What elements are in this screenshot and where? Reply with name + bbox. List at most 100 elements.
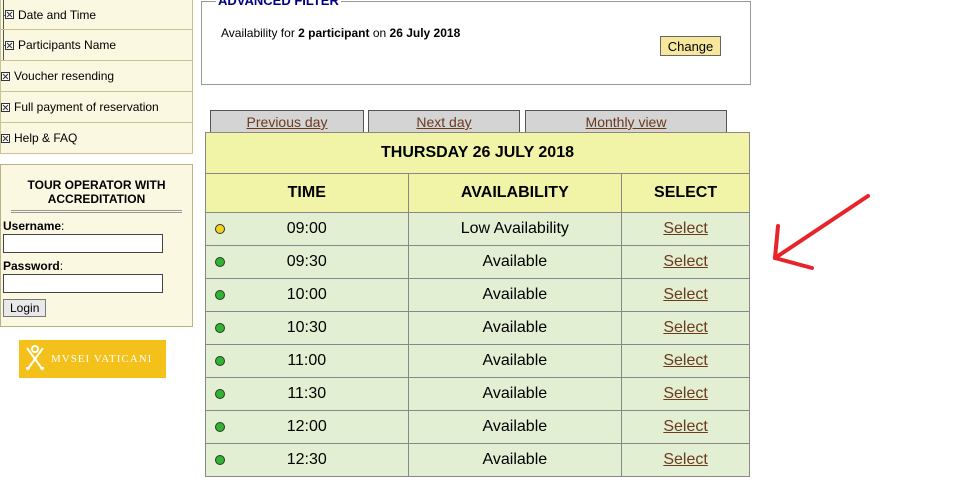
participant-count: 2 participant bbox=[298, 26, 370, 40]
next-day-link[interactable]: Next day bbox=[368, 110, 520, 132]
sidebar-item-participants-name[interactable]: Participants Name bbox=[0, 30, 193, 61]
availability-cell: Available bbox=[407, 443, 623, 477]
timeslot-table: THURSDAY 26 JULY 2018 TIME AVAILABILITY … bbox=[205, 132, 750, 477]
availability-cell: Available bbox=[407, 311, 623, 345]
status-dot-icon bbox=[215, 422, 225, 432]
select-cell: Select bbox=[621, 245, 750, 279]
username-colon: : bbox=[61, 219, 65, 233]
select-link[interactable]: Select bbox=[663, 253, 707, 270]
select-link[interactable]: Select bbox=[663, 418, 707, 435]
tour-operator-login-box: TOUR OPERATOR WITH ACCREDITATION Usernam… bbox=[0, 164, 193, 327]
sidebar-item-label: Help & FAQ bbox=[14, 131, 78, 145]
monthly-view-link[interactable]: Monthly view bbox=[525, 110, 727, 132]
table-header-row: TIME AVAILABILITY SELECT bbox=[205, 173, 750, 213]
time-value: 11:30 bbox=[287, 385, 327, 402]
table-row: 10:30 Available Select bbox=[205, 311, 750, 345]
crossed-keys-icon bbox=[26, 345, 44, 371]
password-colon: : bbox=[59, 259, 64, 273]
summary-middle: on bbox=[369, 26, 390, 40]
close-box-icon bbox=[1, 133, 10, 143]
sidebar-item-label: Voucher resending bbox=[14, 69, 115, 83]
select-cell: Select bbox=[621, 377, 750, 411]
time-column-header: TIME bbox=[205, 173, 409, 213]
username-input[interactable] bbox=[3, 234, 163, 253]
red-arrow-icon bbox=[773, 194, 870, 270]
sidebar-item-label: Full payment of reservation bbox=[14, 100, 159, 114]
select-cell: Select bbox=[621, 410, 750, 444]
time-value: 09:30 bbox=[286, 253, 327, 270]
availability-cell: Low Availability bbox=[407, 212, 623, 246]
table-row: 11:30 Available Select bbox=[205, 377, 750, 411]
sidebar-item-voucher-resending[interactable]: Voucher resending bbox=[0, 61, 193, 92]
musei-vaticani-logo[interactable]: MVSEI VATICANI bbox=[19, 340, 166, 378]
status-dot-icon bbox=[215, 257, 225, 267]
table-row: 10:00 Available Select bbox=[205, 278, 750, 312]
username-label-text: Username bbox=[3, 219, 62, 233]
time-cell: 09:30 bbox=[205, 245, 409, 279]
close-box-icon bbox=[5, 40, 14, 50]
status-dot-icon bbox=[215, 455, 225, 465]
selected-date: 26 July 2018 bbox=[389, 26, 461, 40]
select-cell: Select bbox=[621, 344, 750, 378]
time-cell: 10:30 bbox=[205, 311, 409, 345]
select-link[interactable]: Select bbox=[663, 319, 707, 336]
password-label-text: Password bbox=[3, 259, 60, 273]
sidebar-item-help-faq[interactable]: Help & FAQ bbox=[0, 123, 193, 154]
select-link[interactable]: Select bbox=[663, 286, 707, 303]
close-box-icon bbox=[1, 71, 10, 81]
table-row: 11:00 Available Select bbox=[205, 344, 750, 378]
status-dot-icon bbox=[215, 323, 225, 333]
sidebar-item-full-payment[interactable]: Full payment of reservation bbox=[0, 92, 193, 123]
table-row: 12:00 Available Select bbox=[205, 410, 750, 444]
login-button[interactable]: Login bbox=[3, 299, 47, 317]
availability-summary: Availability for 2 participant on 26 Jul… bbox=[221, 26, 460, 40]
advanced-filter-panel: ADVANCED FILTER Availability for 2 parti… bbox=[201, 0, 751, 85]
select-cell: Select bbox=[621, 443, 750, 477]
sidebar-item-date-and-time[interactable]: Date and Time bbox=[0, 0, 193, 30]
availability-cell: Available bbox=[407, 344, 623, 378]
select-link[interactable]: Select bbox=[663, 352, 707, 369]
select-cell: Select bbox=[621, 212, 750, 246]
select-link[interactable]: Select bbox=[663, 220, 707, 237]
select-column-header: SELECT bbox=[621, 173, 750, 213]
status-dot-icon bbox=[215, 224, 225, 234]
close-box-icon bbox=[1, 102, 10, 112]
login-title: TOUR OPERATOR WITH ACCREDITATION bbox=[11, 165, 182, 213]
table-row: 12:30 Available Select bbox=[205, 443, 750, 477]
availability-cell: Available bbox=[407, 278, 623, 312]
table-date-title: THURSDAY 26 JULY 2018 bbox=[205, 132, 750, 174]
time-value: 12:00 bbox=[286, 418, 327, 435]
table-row: 09:00 Low Availability Select bbox=[205, 212, 750, 246]
password-input[interactable] bbox=[3, 274, 163, 293]
time-value: 09:00 bbox=[286, 220, 327, 237]
select-cell: Select bbox=[621, 278, 750, 312]
close-box-icon bbox=[5, 10, 14, 19]
time-cell: 09:00 bbox=[205, 212, 409, 246]
availability-cell: Available bbox=[407, 410, 623, 444]
time-value: 11:00 bbox=[287, 352, 327, 369]
time-cell: 11:30 bbox=[205, 377, 409, 411]
time-cell: 12:00 bbox=[205, 410, 409, 444]
username-label: Username: bbox=[3, 219, 190, 233]
availability-cell: Available bbox=[407, 245, 623, 279]
sidebar-menu: Date and Time Participants Name Voucher … bbox=[0, 0, 193, 154]
select-cell: Select bbox=[621, 311, 750, 345]
status-dot-icon bbox=[215, 356, 225, 366]
select-link[interactable]: Select bbox=[663, 385, 707, 402]
status-dot-icon bbox=[215, 389, 225, 399]
change-button[interactable]: Change bbox=[660, 36, 721, 56]
time-cell: 10:00 bbox=[205, 278, 409, 312]
time-cell: 12:30 bbox=[205, 443, 409, 477]
select-link[interactable]: Select bbox=[663, 451, 707, 468]
time-value: 10:30 bbox=[286, 319, 327, 336]
logo-text: MVSEI VATICANI bbox=[51, 353, 153, 365]
availability-cell: Available bbox=[407, 377, 623, 411]
time-value: 10:00 bbox=[286, 286, 327, 303]
availability-column-header: AVAILABILITY bbox=[407, 173, 623, 213]
time-value: 12:30 bbox=[286, 451, 327, 468]
password-label: Password: bbox=[3, 259, 190, 273]
time-cell: 11:00 bbox=[205, 344, 409, 378]
previous-day-link[interactable]: Previous day bbox=[210, 110, 364, 132]
status-dot-icon bbox=[215, 290, 225, 300]
table-row: 09:30 Available Select bbox=[205, 245, 750, 279]
